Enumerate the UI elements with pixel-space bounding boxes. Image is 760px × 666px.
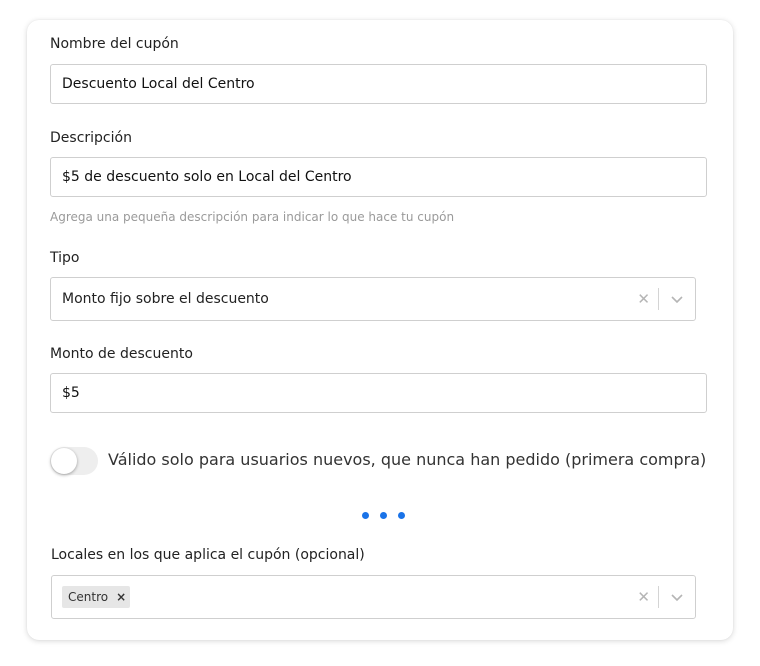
coupon-name-input[interactable]: Descuento Local del Centro — [50, 64, 707, 104]
select-separator — [658, 586, 659, 608]
close-icon[interactable]: ✕ — [637, 278, 650, 320]
location-chip-label: Centro — [68, 590, 109, 604]
select-separator — [658, 288, 659, 310]
dot — [362, 512, 369, 519]
dot — [398, 512, 405, 519]
coupon-form-card: Nombre del cupón Descuento Local del Cen… — [27, 20, 733, 640]
coupon-name-label: Nombre del cupón — [50, 36, 179, 52]
chevron-down-icon[interactable] — [670, 591, 684, 603]
type-label: Tipo — [50, 250, 80, 266]
remove-chip-icon[interactable]: × — [116, 586, 126, 608]
more-dots-icon[interactable] — [360, 510, 408, 522]
discount-amount-label: Monto de descuento — [50, 346, 193, 362]
new-users-toggle[interactable] — [50, 447, 98, 475]
dot — [380, 512, 387, 519]
locations-label: Locales en los que aplica el cupón (opci… — [51, 547, 365, 563]
description-input[interactable]: $5 de descuento solo en Local del Centro — [50, 157, 707, 197]
new-users-toggle-label: Válido solo para usuarios nuevos, que nu… — [108, 450, 707, 469]
type-select[interactable]: Monto fijo sobre el descuento ✕ — [50, 277, 696, 321]
location-chip: Centro × — [62, 586, 131, 608]
close-icon[interactable]: ✕ — [637, 576, 650, 618]
description-helper-text: Agrega una pequeña descripción para indi… — [50, 210, 455, 224]
locations-multiselect[interactable]: Centro × ✕ — [51, 575, 696, 619]
chevron-down-icon[interactable] — [670, 293, 684, 305]
toggle-knob — [51, 448, 77, 474]
type-select-value: Monto fijo sobre el descuento — [62, 291, 269, 307]
description-label: Descripción — [50, 130, 132, 146]
discount-amount-input[interactable]: $5 — [50, 373, 707, 413]
